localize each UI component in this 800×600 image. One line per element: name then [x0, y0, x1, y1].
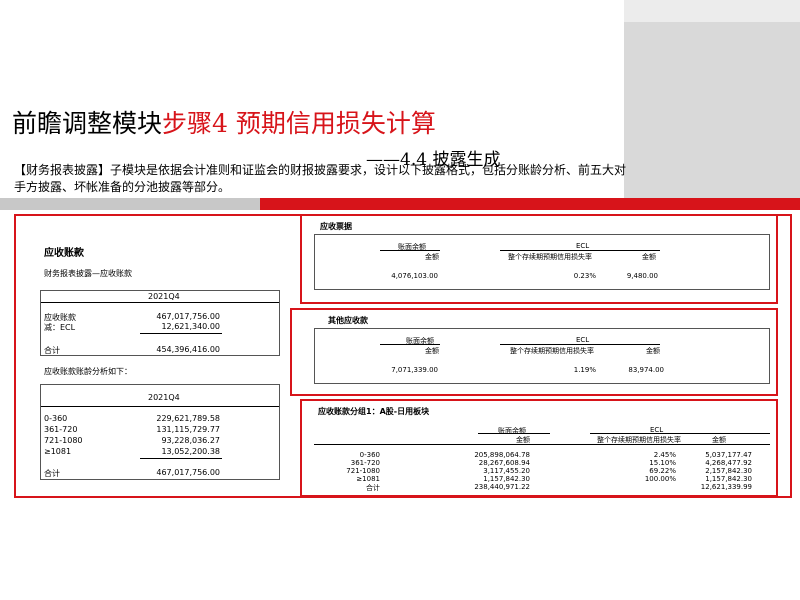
sub-amount2: 金额: [642, 253, 656, 261]
sub-amount: 金额: [425, 253, 439, 261]
aging-row-value: 13,052,200.38: [161, 447, 220, 456]
aging-row-label: 合计: [44, 469, 60, 478]
table-divider: [41, 406, 279, 407]
receivables-row-value: 467,017,756.00: [156, 312, 220, 321]
title-main: 前瞻调整模块: [12, 109, 163, 138]
pool-row-ecl: 2,157,842.30: [705, 467, 752, 475]
pool-row-rate: 69.22%: [649, 467, 676, 475]
header-decoration-top: [624, 0, 800, 22]
receivables-heading: 应收账款: [44, 248, 84, 259]
pool-row-book: 1,157,842.30: [483, 475, 530, 483]
col-ecl: ECL: [576, 336, 590, 344]
subtotal-underline: [140, 333, 222, 334]
pool-row-rate: 15.10%: [649, 459, 676, 467]
pool-row-label: ≥1081: [356, 475, 380, 483]
header-underline: [590, 433, 770, 434]
notes-receivable-heading: 应收票据: [320, 222, 352, 231]
pool-row-book: 238,440,971.22: [474, 483, 530, 491]
pool-row-label: 合计: [366, 484, 380, 492]
other-receivables-table: [314, 328, 770, 384]
receivables-row-value: 454,396,416.00: [156, 345, 220, 354]
sub-amount2: 金额: [646, 347, 660, 355]
header-underline: [380, 344, 440, 345]
receivables-period: 2021Q4: [148, 292, 180, 301]
aging-period: 2021Q4: [148, 393, 180, 402]
header-underline: [380, 250, 440, 251]
page-description: 【财务报表披露】子模块是依据会计准则和证监会的财报披露要求，设计以下披露格式，包…: [14, 163, 627, 194]
aging-row-value: 93,228,036.27: [161, 436, 220, 445]
page-title: 前瞻调整模块步骤4 预期信用损失计算: [12, 104, 436, 140]
receivables-row-label: 合计: [44, 346, 60, 355]
pool-row-label: 361-720: [350, 459, 380, 467]
pool-row-ecl: 12,621,339.99: [700, 483, 752, 491]
pool-row-book: 28,267,608.94: [478, 459, 530, 467]
pool-row-book: 205,898,064.78: [474, 451, 530, 459]
ecl-amount: 83,974.00: [628, 366, 664, 374]
pool-row-rate: 100.00%: [644, 475, 676, 483]
col-ecl: ECL: [576, 242, 590, 250]
pool-row-label: 0-360: [359, 451, 380, 459]
other-receivables-heading: 其他应收款: [328, 316, 368, 325]
book-value: 4,076,103.00: [391, 272, 438, 280]
subtotal-underline: [140, 458, 222, 459]
book-value: 7,071,339.00: [391, 366, 438, 374]
pool-row-book: 3,117,455.20: [483, 467, 530, 475]
sub-amount: 金额: [425, 347, 439, 355]
table-divider: [41, 302, 279, 303]
receivables-caption: 财务报表披露—应收账款: [44, 269, 132, 278]
table-divider: [314, 444, 770, 445]
pool-a-heading: 应收账款分组1：A股-日用板块: [318, 407, 430, 416]
sub-rate: 整个存续期预期信用损失率: [510, 347, 594, 355]
ecl-rate: 1.19%: [573, 366, 596, 374]
aging-caption: 应收账款账龄分析如下：: [44, 367, 132, 376]
aging-row-value: 467,017,756.00: [156, 468, 220, 477]
receivables-row-value: 12,621,340.00: [161, 322, 220, 331]
aging-row-value: 229,621,789.58: [156, 414, 220, 423]
notes-receivable-table: [314, 234, 770, 290]
aging-row-value: 131,115,729.77: [156, 425, 220, 434]
divider-band-gray: [0, 198, 260, 210]
aging-row-label: 361-720: [44, 425, 78, 434]
aging-row-label: 721-1080: [44, 436, 83, 445]
ecl-amount: 9,480.00: [626, 272, 658, 280]
header-underline: [500, 250, 660, 251]
pool-row-ecl: 5,037,177.47: [705, 451, 752, 459]
aging-row-label: ≥1081: [44, 447, 72, 456]
aging-row-label: 0-360: [44, 414, 68, 423]
pool-row-label: 721-1080: [346, 467, 380, 475]
pool-row-rate: 2.45%: [653, 451, 676, 459]
title-step: 步骤4 预期信用损失计算: [162, 109, 436, 138]
pool-row-ecl: 1,157,842.30: [705, 475, 752, 483]
receivables-row-label: 减：ECL: [44, 323, 76, 332]
pool-row-ecl: 4,268,477.92: [705, 459, 752, 467]
header-underline: [500, 344, 660, 345]
ecl-rate: 0.23%: [573, 272, 596, 280]
header-decoration: [624, 0, 800, 200]
header-underline: [478, 433, 550, 434]
sub-rate: 整个存续期预期信用损失率: [508, 253, 592, 261]
